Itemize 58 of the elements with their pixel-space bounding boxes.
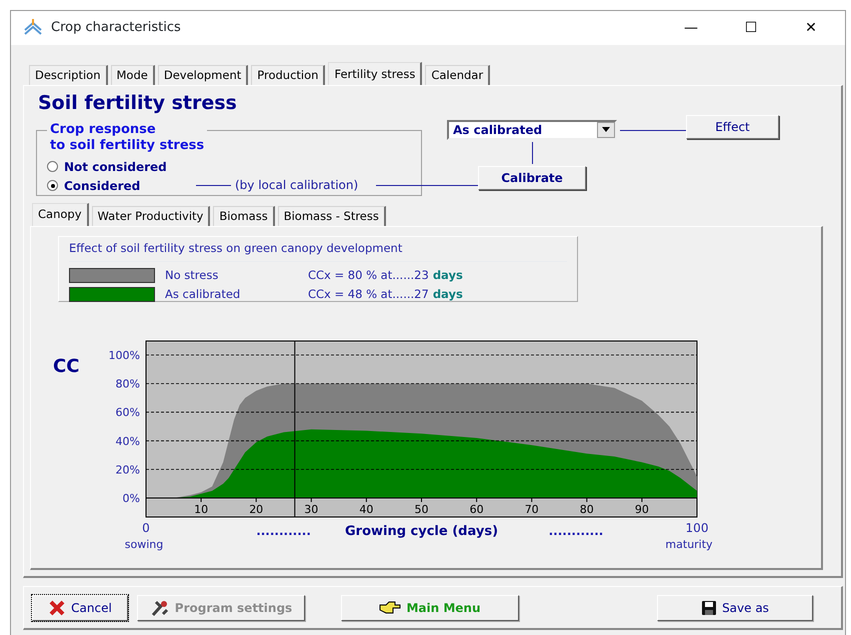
tab[interactable]: Development [158, 65, 248, 85]
unit-label: days [432, 286, 463, 303]
legend-label: No stress [165, 266, 220, 284]
tab[interactable]: Calendar [425, 65, 490, 85]
y-tick-label: 80% [116, 377, 140, 390]
x-tick-label: 10 [194, 502, 208, 516]
x-tick-label: 90 [634, 502, 649, 516]
x-tick-label: 40 [359, 502, 374, 516]
footer-button[interactable]: Save as [657, 594, 813, 620]
close-button[interactable]: ✕ [781, 16, 841, 40]
tab[interactable]: Production [251, 65, 326, 85]
tab[interactable]: Description [29, 65, 108, 85]
y-tick-label: 20% [116, 462, 140, 476]
section-heading: Soil fertility stress [38, 91, 238, 116]
y-axis-title: CC [53, 356, 80, 377]
legend-title: Effect of soil fertility stress on green canopy development [69, 240, 567, 262]
group-title: Crop response to soil fertility stress [47, 122, 208, 154]
note-text: (by local calibration) [235, 176, 358, 194]
y-tick-label: 40% [116, 434, 140, 448]
y-tick-label: 100% [108, 348, 140, 362]
axis-end-label: maturity [665, 538, 713, 550]
calibrate-button[interactable]: Calibrate [478, 166, 586, 190]
footer-button[interactable]: Cancel [32, 594, 128, 620]
tools-icon [150, 598, 170, 616]
axis-start-label: sowing [124, 538, 164, 550]
tab[interactable]: Biomass - Stress [278, 206, 386, 226]
dropdown[interactable]: As calibrated [447, 120, 617, 140]
axis-start-value: 0 [142, 520, 150, 534]
tab[interactable]: Water Productivity [92, 206, 210, 226]
y-tick-label: 60% [116, 406, 140, 419]
legend-value: CCx = 80 % at......23 [308, 266, 429, 284]
dotted-leader: ............ [548, 524, 604, 538]
unit-label: days [432, 266, 463, 284]
x-tick-label: 20 [249, 502, 264, 516]
pointing-hand-icon [379, 600, 402, 614]
x-tick-label: 70 [524, 502, 539, 516]
radio-option[interactable]: Not considered [47, 158, 167, 176]
x-tick-label: 50 [414, 502, 428, 516]
tab[interactable]: Fertility stress [328, 62, 422, 85]
window-title: Crop characteristics [51, 19, 181, 38]
app-icon [23, 19, 43, 37]
legend-value: CCx = 48 % at......27 [308, 286, 429, 303]
legend-label: As calibrated [165, 286, 242, 303]
tab[interactable]: Biomass [213, 206, 275, 226]
x-axis-title: Growing cycle (days) [344, 524, 498, 538]
dotted-leader: ............ [256, 524, 311, 538]
axis-end-value: 100 [686, 520, 708, 534]
minimize-button[interactable]: — [661, 16, 721, 40]
tab[interactable]: Canopy [32, 202, 89, 226]
maximize-button[interactable]: ☐ [721, 16, 781, 40]
y-tick-label: 0% [122, 492, 140, 504]
x-tick-label: 60 [470, 502, 484, 516]
x-tick-label: 30 [304, 502, 318, 516]
radio-option[interactable]: Considered [47, 176, 140, 194]
tab[interactable]: Mode [110, 65, 155, 85]
effect-button[interactable]: Effect [686, 114, 779, 138]
cross-icon [48, 600, 66, 616]
x-tick-label: 80 [580, 502, 594, 516]
